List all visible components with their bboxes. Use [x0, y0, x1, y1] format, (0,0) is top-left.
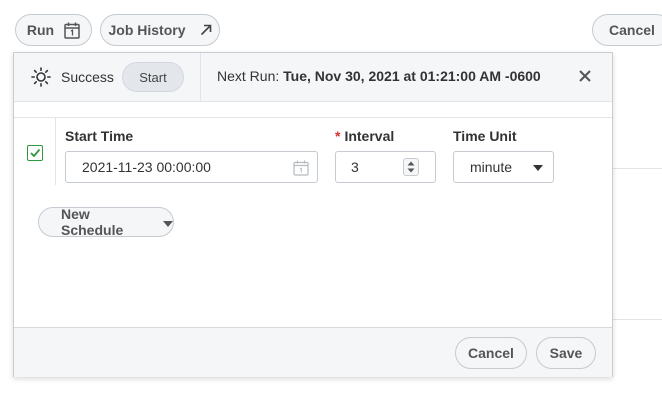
- time-unit-select[interactable]: minute: [453, 151, 554, 183]
- status-label: Success: [61, 69, 114, 85]
- sun-status-icon: [31, 67, 51, 87]
- cancel-button[interactable]: Cancel: [455, 337, 527, 369]
- interval-stepper[interactable]: [403, 158, 419, 176]
- header-divider: [200, 53, 201, 101]
- time-unit-value: minute: [470, 159, 513, 175]
- stepper-arrows-icon: [407, 161, 415, 173]
- job-history-button[interactable]: Job History: [100, 14, 220, 46]
- save-button[interactable]: Save: [536, 337, 596, 369]
- calendar-icon: [64, 22, 80, 39]
- next-run-text: Next Run: Tue, Nov 30, 2021 at 01:21:00 …: [217, 68, 541, 84]
- popover-header: Success Start Next Run: Tue, Nov 30, 202…: [14, 53, 612, 102]
- interval-label-text: Interval: [344, 128, 395, 144]
- new-schedule-label: New Schedule: [61, 206, 124, 238]
- new-schedule-button[interactable]: New Schedule: [38, 206, 174, 238]
- background-divider: [612, 168, 662, 169]
- interval-input[interactable]: 3: [335, 151, 436, 183]
- checkmark-icon: [30, 148, 41, 158]
- interval-value: 3: [351, 159, 359, 175]
- start-label: Start: [139, 69, 167, 85]
- start-button[interactable]: Start: [122, 62, 184, 92]
- row-checkbox-divider: [55, 117, 56, 185]
- start-time-label: Start Time: [65, 128, 134, 144]
- calendar-icon[interactable]: [293, 160, 309, 176]
- time-unit-label: Time Unit: [453, 128, 517, 144]
- cancel-top-label: Cancel: [609, 22, 655, 38]
- background-divider: [612, 319, 662, 320]
- cancel-label: Cancel: [468, 345, 514, 361]
- row-top-border: [14, 117, 612, 118]
- popover-footer: Cancel Save: [14, 327, 612, 377]
- chevron-down-icon: [533, 165, 543, 171]
- next-run-value: Tue, Nov 30, 2021 at 01:21:00 AM -0600: [283, 68, 541, 84]
- run-label: Run: [26, 22, 55, 38]
- save-label: Save: [549, 345, 583, 361]
- job-history-label: Job History: [108, 22, 186, 38]
- schedule-enabled-checkbox[interactable]: [27, 145, 43, 161]
- schedule-popover: Success Start Next Run: Tue, Nov 30, 202…: [13, 52, 613, 377]
- status-indicator: Success: [31, 67, 114, 87]
- run-button[interactable]: Run: [15, 14, 92, 46]
- required-mark: *: [335, 128, 341, 144]
- start-time-value: 2021-11-23 00:00:00: [82, 159, 211, 175]
- caret-down-icon: [163, 220, 173, 227]
- start-time-input[interactable]: 2021-11-23 00:00:00: [65, 151, 318, 183]
- interval-label: * Interval: [335, 128, 394, 144]
- next-run-prefix: Next Run:: [217, 68, 280, 84]
- close-icon[interactable]: [577, 68, 593, 84]
- cancel-top-button[interactable]: Cancel: [592, 14, 662, 46]
- external-arrow-icon: [200, 24, 211, 36]
